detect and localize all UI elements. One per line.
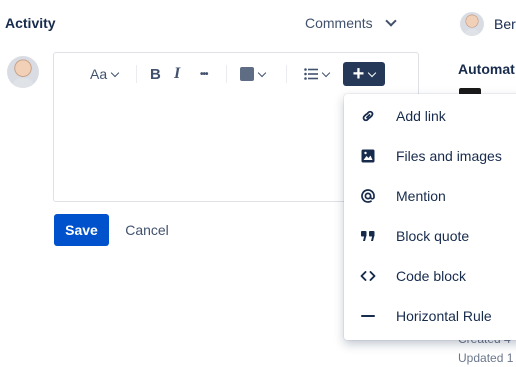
at-icon <box>358 186 378 206</box>
automation-title: Automat <box>458 61 515 77</box>
text-style-button[interactable]: Aa <box>90 61 120 87</box>
menu-item-label: Code block <box>396 268 467 284</box>
code-icon <box>358 266 378 286</box>
bullet-list-icon <box>304 68 318 80</box>
link-icon <box>358 106 378 126</box>
menu-item-block-quote[interactable]: Block quote <box>344 216 516 256</box>
save-button[interactable]: Save <box>54 214 109 246</box>
chevron-down-icon <box>257 68 267 77</box>
menu-item-add-link[interactable]: Add link <box>344 96 516 136</box>
text-style-label: Aa <box>90 66 108 82</box>
menu-item-label: Files and images <box>396 148 502 164</box>
toolbar-divider <box>226 65 227 83</box>
editor-toolbar: Aa B I ••• + <box>54 61 418 87</box>
menu-item-label: Add link <box>396 108 446 124</box>
horizontal-rule-icon <box>358 306 378 326</box>
chevron-down-icon <box>368 68 377 77</box>
menu-item-label: Block quote <box>396 228 470 244</box>
cancel-button[interactable]: Cancel <box>112 214 182 246</box>
user-name: Ber <box>494 16 516 32</box>
chevron-down-icon <box>385 15 397 27</box>
list-button[interactable] <box>304 61 331 87</box>
menu-item-label: Horizontal Rule <box>396 308 492 324</box>
bold-button[interactable]: B <box>150 61 161 87</box>
menu-item-code-block[interactable]: Code block <box>344 256 516 296</box>
text-color-button[interactable] <box>240 61 267 87</box>
commenter-avatar <box>7 56 39 88</box>
comments-filter-dropdown[interactable]: Comments <box>305 15 397 31</box>
menu-item-label: Mention <box>396 188 446 204</box>
italic-button[interactable]: I <box>174 61 180 87</box>
menu-item-horizontal-rule[interactable]: Horizontal Rule <box>344 296 516 336</box>
plus-icon: + <box>352 63 365 85</box>
insert-button[interactable]: + <box>343 62 385 86</box>
toolbar-divider <box>136 65 137 83</box>
activity-title: Activity <box>5 15 56 31</box>
chevron-down-icon <box>321 68 331 77</box>
text-color-swatch-icon <box>240 67 254 81</box>
menu-item-files-and-images[interactable]: Files and images <box>344 136 516 176</box>
toolbar-divider <box>286 65 287 83</box>
quote-icon <box>358 226 378 246</box>
avatar <box>460 12 484 36</box>
more-formatting-button[interactable]: ••• <box>200 61 208 87</box>
updated-text: Updated 1 <box>458 351 514 365</box>
image-icon <box>358 146 378 166</box>
chevron-down-icon <box>110 68 120 77</box>
assignee-user[interactable]: Ber <box>460 12 516 36</box>
comments-filter-value: Comments <box>305 15 373 31</box>
menu-item-mention[interactable]: Mention <box>344 176 516 216</box>
insert-menu: Add link Files and images Mention Block … <box>344 94 516 340</box>
